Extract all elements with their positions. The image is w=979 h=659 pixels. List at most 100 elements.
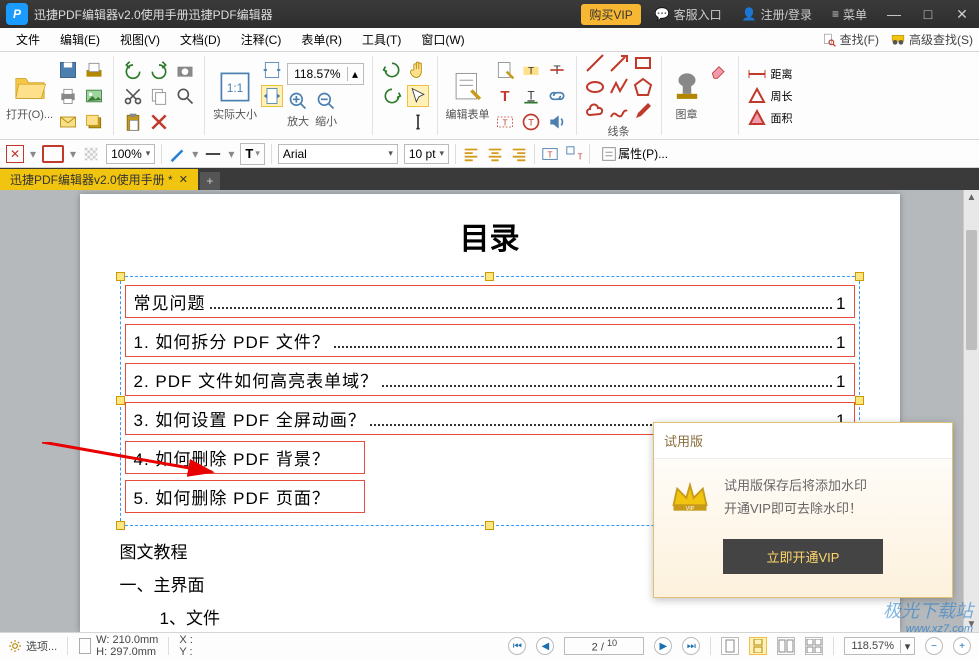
strike-button[interactable]: T [546, 59, 568, 81]
stamp-button[interactable]: 图章 [670, 70, 704, 122]
ellipse-icon[interactable] [585, 77, 605, 97]
scroll-thumb[interactable] [966, 230, 977, 350]
text-style-button[interactable]: T▾ [240, 143, 264, 165]
toc-line[interactable]: 2. PDF 文件如何高亮表单域？1 [125, 363, 855, 396]
page-number-input[interactable]: 2 / 10 [564, 637, 644, 655]
zoom-in-status[interactable]: + [953, 637, 971, 655]
line-style-icon[interactable] [204, 145, 222, 163]
text-wrap-icon[interactable]: T [565, 145, 583, 163]
polygon-icon[interactable] [633, 77, 653, 97]
toc-line[interactable]: 常见问题1 [125, 285, 855, 318]
add-box-button[interactable]: T [494, 111, 516, 133]
menu-file[interactable]: 文件 [6, 31, 50, 48]
resize-handle[interactable] [116, 521, 125, 530]
resize-handle[interactable] [855, 272, 864, 281]
eraser-button[interactable] [708, 59, 730, 81]
first-page-button[interactable]: ⏮ [508, 637, 526, 655]
next-page-button[interactable]: ▶ [654, 637, 672, 655]
vertical-scrollbar[interactable]: ▲ ▼ [963, 190, 979, 632]
text-select-tool[interactable] [407, 111, 429, 133]
arrow-icon[interactable] [609, 53, 629, 73]
copy-button[interactable] [148, 85, 170, 107]
redo-button[interactable] [148, 59, 170, 81]
font-size-dropdown[interactable]: 10 pt▾ [404, 144, 449, 164]
polyline-icon[interactable] [609, 77, 629, 97]
close-button[interactable]: ✕ [945, 6, 979, 23]
opacity-dropdown[interactable]: 100%▾ [106, 144, 155, 164]
menu-form[interactable]: 表单(R) [291, 31, 352, 48]
last-page-button[interactable]: ⏭ [682, 637, 700, 655]
resize-handle[interactable] [485, 272, 494, 281]
menu-window[interactable]: 窗口(W) [411, 31, 474, 48]
buy-vip-button[interactable]: 购买VIP [581, 4, 640, 25]
resize-handle[interactable] [485, 521, 494, 530]
freehand-icon[interactable] [609, 101, 629, 121]
open-button[interactable]: 打开(O)... [6, 70, 53, 122]
highlight-button[interactable]: T [520, 59, 542, 81]
align-center-icon[interactable] [486, 145, 504, 163]
distance-button[interactable]: 距离 [747, 64, 793, 84]
options-button[interactable]: 选项... [8, 638, 57, 654]
audio-button[interactable] [546, 111, 568, 133]
find-button[interactable]: 查找(F) [816, 31, 885, 48]
two-page-view[interactable] [777, 637, 795, 655]
font-dropdown[interactable]: Arial▾ [278, 144, 398, 164]
rotate-left-button[interactable] [381, 59, 403, 81]
menu-tool[interactable]: 工具(T) [352, 31, 411, 48]
properties-button[interactable]: 属性(P)... [596, 143, 672, 165]
edit-content-button[interactable] [494, 59, 516, 81]
select-tool[interactable] [407, 85, 429, 107]
edit-form-button[interactable]: 编辑表单 [446, 70, 490, 122]
new-tab-button[interactable]: + [200, 172, 220, 190]
cloud-icon[interactable] [585, 101, 605, 121]
prev-page-button[interactable]: ◀ [536, 637, 554, 655]
align-left-icon[interactable] [462, 145, 480, 163]
maximize-button[interactable]: □ [911, 6, 945, 22]
fit-width-button[interactable] [261, 85, 283, 107]
scan-button[interactable] [83, 59, 105, 81]
line-icon[interactable] [585, 53, 605, 73]
rect-icon[interactable] [633, 53, 653, 73]
continuous-view[interactable] [749, 637, 767, 655]
zoom-out-status[interactable]: − [925, 637, 943, 655]
zoom-out-button[interactable]: 缩小 [315, 91, 337, 129]
rotate-right-button[interactable] [381, 85, 403, 107]
email-button[interactable] [57, 111, 79, 133]
login-button[interactable]: 👤注册/登录 [732, 0, 822, 28]
hand-tool[interactable] [407, 59, 429, 81]
stroke-color[interactable] [42, 145, 64, 163]
stamp-tool[interactable]: T [520, 111, 542, 133]
zoom-level[interactable]: 118.57%▴ [287, 63, 363, 85]
resize-handle[interactable] [116, 396, 125, 405]
add-text-button[interactable]: T [494, 85, 516, 107]
zoom-in-button[interactable]: 放大 [287, 91, 309, 129]
toc-line[interactable]: 5. 如何删除 PDF 页面？ [125, 480, 365, 513]
adv-find-button[interactable]: 高级查找(S) [885, 31, 979, 48]
single-page-view[interactable] [721, 637, 739, 655]
fill-icon[interactable] [82, 145, 100, 163]
main-menu-button[interactable]: ≡菜单 [822, 0, 877, 28]
minimize-button[interactable]: — [877, 6, 911, 22]
gallery-button[interactable] [83, 111, 105, 133]
open-vip-button[interactable]: 立即开通VIP [723, 539, 883, 574]
fit-page-button[interactable] [261, 59, 283, 81]
print-button[interactable] [57, 85, 79, 107]
undo-button[interactable] [122, 59, 144, 81]
area-button[interactable]: 面积 [747, 108, 793, 128]
image-button[interactable] [83, 85, 105, 107]
text-frame-icon[interactable]: T [541, 145, 559, 163]
menu-view[interactable]: 视图(V) [110, 31, 170, 48]
pen-tool-icon[interactable] [168, 145, 186, 163]
pencil-icon[interactable] [633, 101, 653, 121]
save-button[interactable] [57, 59, 79, 81]
toc-line[interactable]: 1. 如何拆分 PDF 文件？1 [125, 324, 855, 357]
align-right-icon[interactable] [510, 145, 528, 163]
support-button[interactable]: 💬客服入口 [645, 0, 732, 28]
underline-button[interactable]: T [520, 85, 542, 107]
snapshot-button[interactable] [174, 59, 196, 81]
status-zoom[interactable]: 118.57%▾ [844, 637, 915, 655]
menu-annot[interactable]: 注释(C) [231, 31, 292, 48]
close-tab-icon[interactable]: ✕ [179, 173, 188, 186]
lines-group[interactable]: 线条 [585, 53, 653, 139]
paste-button[interactable] [122, 111, 144, 133]
